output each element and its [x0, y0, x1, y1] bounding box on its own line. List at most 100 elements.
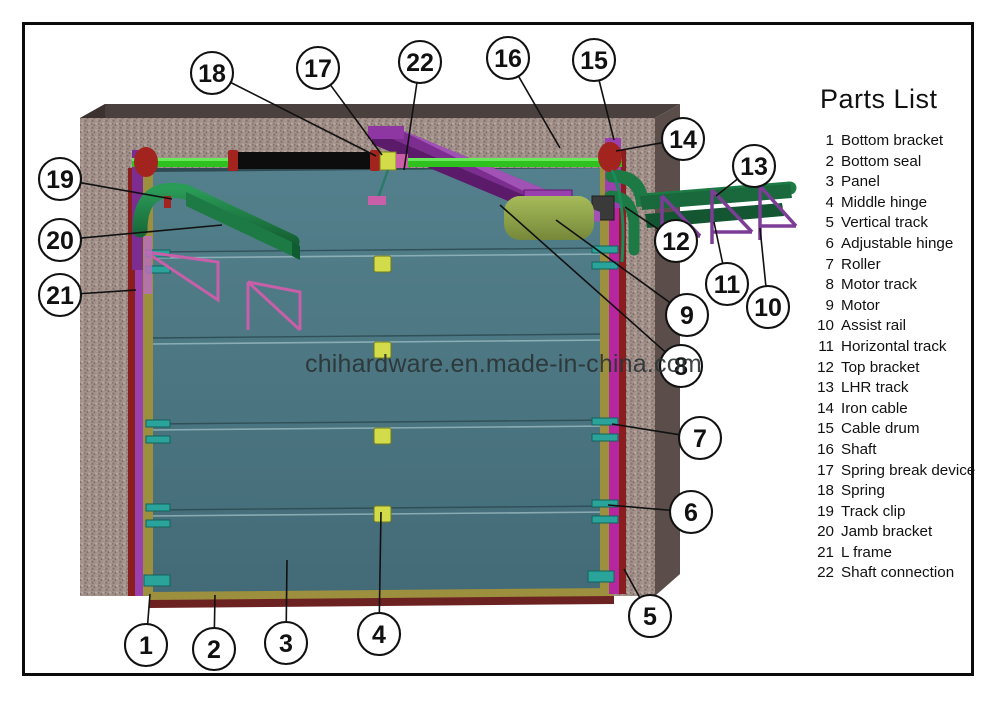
parts-list-item-number: 3	[825, 173, 834, 191]
parts-list-item-label: Panel	[841, 173, 880, 191]
parts-list-item-label: Assist rail	[841, 317, 906, 335]
parts-list-item-label: L frame	[841, 543, 892, 561]
motor-unit	[504, 189, 594, 240]
parts-list-item-label: Middle hinge	[841, 193, 928, 211]
parts-list-item-label: Track clip	[841, 502, 906, 520]
callout-bubble-6[interactable]: 6	[668, 489, 714, 535]
callout-leader-line	[285, 559, 288, 623]
callout-bubble-7[interactable]: 7	[677, 415, 723, 461]
parts-list-item: 20 Jamb bracket	[812, 522, 975, 543]
parts-list-item-number: 8	[825, 276, 834, 294]
parts-list-item: 17 Spring break device	[812, 461, 975, 482]
watermark: chihardware.en.made-in-china.com	[305, 350, 702, 378]
parts-list-item-label: Adjustable hinge	[841, 234, 954, 252]
parts-list-item: 12 Top bracket	[812, 358, 975, 379]
callout-number: 10	[754, 294, 782, 322]
callout-number: 7	[693, 425, 707, 453]
parts-list-item: 4 Middle hinge	[812, 193, 975, 214]
parts-list-item: 16 Shaft	[812, 440, 975, 461]
parts-list-item-label: Top bracket	[841, 358, 920, 376]
parts-list-item: 22 Shaft connection	[812, 563, 975, 584]
callout-number: 18	[198, 60, 226, 88]
parts-list-item-number: 12	[817, 358, 834, 376]
parts-list-item-number: 7	[825, 255, 834, 273]
parts-list-item-label: LHR track	[841, 379, 909, 397]
parts-list-item-label: Spring	[841, 482, 885, 500]
callout-bubble-21[interactable]: 21	[37, 272, 83, 318]
callout-number: 11	[714, 271, 741, 299]
callout-leader-line	[759, 227, 767, 287]
callout-bubble-19[interactable]: 19	[37, 156, 83, 202]
callout-bubble-20[interactable]: 20	[37, 217, 83, 263]
parts-list-item-number: 22	[817, 564, 834, 582]
parts-list-item-number: 10	[817, 317, 834, 335]
callout-bubble-11[interactable]: 11	[704, 261, 750, 307]
callout-leader-line	[213, 594, 216, 629]
callout-bubble-14[interactable]: 14	[660, 116, 706, 162]
callout-number: 4	[372, 621, 386, 649]
parts-list-item-number: 4	[825, 193, 834, 211]
callout-leader-line	[713, 221, 724, 264]
parts-list-item: 1 Bottom bracket	[812, 131, 975, 152]
parts-list-item: 5 Vertical track	[812, 213, 975, 234]
callout-bubble-1[interactable]: 1	[123, 622, 169, 668]
parts-list-item: 10 Assist rail	[812, 316, 975, 337]
callout-bubble-15[interactable]: 15	[571, 37, 617, 83]
callout-bubble-17[interactable]: 17	[295, 45, 341, 91]
parts-list-item-number: 1	[825, 132, 834, 149]
parts-list-item-number: 5	[825, 214, 834, 232]
callout-number: 6	[684, 499, 698, 527]
callout-number: 16	[494, 45, 522, 73]
parts-list-item-number: 20	[817, 523, 834, 541]
callout-number: 5	[643, 603, 657, 631]
callout-bubble-16[interactable]: 16	[485, 35, 531, 81]
callout-bubble-2[interactable]: 2	[191, 626, 237, 672]
parts-list: 1 Bottom bracket 2 Bottom seal 3 Panel 4 Middle…	[812, 131, 975, 584]
parts-list-item-number: 16	[817, 440, 834, 458]
callout-number: 17	[304, 55, 332, 83]
parts-list-item-label: Shaft	[841, 440, 877, 458]
parts-list-item-label: Roller	[841, 255, 881, 273]
parts-list-item: 2 Bottom seal	[812, 152, 975, 173]
callout-number: 13	[740, 153, 768, 181]
callout-bubble-3[interactable]: 3	[263, 620, 309, 666]
parts-list-item: 7 Roller	[812, 255, 975, 276]
parts-list-item-label: Shaft connection	[841, 564, 955, 582]
parts-list-item-label: Iron cable	[841, 399, 908, 417]
callout-bubble-10[interactable]: 10	[745, 284, 791, 330]
callout-bubble-18[interactable]: 18	[189, 50, 235, 96]
callout-bubble-5[interactable]: 5	[627, 593, 673, 639]
parts-list-item: 21 L frame	[812, 543, 975, 564]
callout-bubble-12[interactable]: 12	[653, 218, 699, 264]
parts-list-item-number: 15	[817, 420, 834, 438]
parts-list-item: 9 Motor	[812, 296, 975, 317]
callout-bubble-22[interactable]: 22	[397, 39, 443, 85]
diagram-stage: 18 17 22 16 15 14 13 12 11 10 9 8 7 6 5 4 3 2 1 19 20 21 chih…	[0, 0, 1000, 706]
callout-number: 3	[279, 630, 293, 658]
parts-list-item: 14 Iron cable	[812, 399, 975, 420]
callout-bubble-4[interactable]: 4	[356, 611, 402, 657]
parts-list-item-label: Horizontal track	[841, 337, 947, 355]
parts-list-item-label: Spring break device	[841, 461, 976, 479]
callout-leader-line	[146, 593, 151, 625]
parts-list-item-number: 14	[817, 399, 834, 417]
parts-list-item: 15 Cable drum	[812, 419, 975, 440]
parts-list-title: Parts List	[820, 84, 938, 114]
callout-number: 15	[580, 47, 608, 75]
callout-number: 9	[680, 302, 694, 330]
parts-list-item-label: Bottom seal	[841, 152, 922, 170]
callout-bubble-9[interactable]: 9	[664, 292, 710, 338]
parts-list-item-label: Motor	[841, 296, 880, 314]
parts-list-item-label: Bottom bracket	[841, 132, 944, 149]
callout-number: 1	[139, 632, 153, 660]
parts-list-item-number: 21	[817, 543, 834, 561]
callout-number: 2	[207, 636, 221, 664]
parts-list-item-number: 17	[817, 461, 834, 479]
callout-number: 20	[46, 227, 74, 255]
parts-list-item: 11 Horizontal track	[812, 337, 975, 358]
callout-bubble-13[interactable]: 13	[731, 143, 777, 189]
callout-number: 12	[662, 228, 690, 256]
parts-list-item: 8 Motor track	[812, 275, 975, 296]
parts-list-item-label: Cable drum	[841, 420, 920, 438]
parts-list-item-number: 19	[817, 502, 834, 520]
